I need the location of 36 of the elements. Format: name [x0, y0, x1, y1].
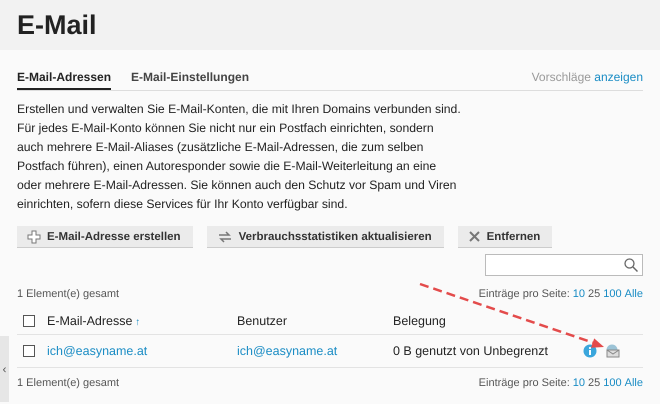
page-size-link[interactable]: 25	[588, 288, 600, 300]
address-link[interactable]: ich@easyname.at	[47, 344, 237, 358]
column-header[interactable]: Benutzer	[237, 314, 393, 328]
page-size-label: Einträge pro Seite:	[478, 377, 570, 389]
total-count: 1 Element(e) gesamt	[17, 288, 120, 300]
plus-icon	[27, 230, 41, 244]
close-icon	[468, 230, 481, 243]
tab[interactable]: E-Mail-Einstellungen	[131, 70, 250, 90]
mail-globe-icon[interactable]	[605, 344, 620, 358]
tab[interactable]: E-Mail-Adressen	[17, 70, 112, 90]
toolbar-button[interactable]: Entfernen	[458, 226, 552, 248]
total-count: 1 Element(e) gesamt	[17, 377, 120, 389]
page-size-link[interactable]: 10	[572, 288, 586, 300]
refresh-icon	[216, 230, 233, 244]
table-cell-text: 0 B genutzt von Unbegrenzt	[393, 344, 549, 358]
row-checkbox[interactable]	[23, 345, 35, 357]
page-size-link[interactable]: Alle	[624, 288, 643, 300]
search-field[interactable]	[485, 254, 643, 276]
user-link[interactable]: ich@easyname.at	[237, 344, 393, 358]
page-size-link[interactable]: Alle	[624, 377, 643, 389]
page-size-link[interactable]: 100	[603, 288, 622, 300]
page-size-link[interactable]: 10	[572, 377, 586, 389]
select-all-checkbox[interactable]	[23, 315, 35, 327]
description: Erstellen und verwalten Sie E-Mail-Konten, die mit Ihren Domains verbunden sind. Für jedes E-Mail-Konto können Sie nicht nur ein Postfach einrichten, sondern auch mehrere E-Mail-Aliases (zusätzliche E-Mail-Adressen, die zum selben Postfach führen), einen Autoresponder sowie die E-Mail-Weiterleitung an eine oder mehrere E-Mail-Adressen. Sie können auch den Schutz vor Spam und Viren einrichten, sofern diese Services für Ihr Konto verfügbar sind.	[17, 101, 462, 213]
sidebar-toggle[interactable]: ‹	[0, 336, 9, 402]
column-header[interactable]: Belegung	[393, 314, 583, 328]
suggestions-text: Vorschläge anzeigen	[532, 70, 643, 86]
page-size-link[interactable]: 25	[588, 377, 600, 389]
page-title: E-Mail	[17, 10, 97, 40]
column-header[interactable]: E-Mail-Adresse ↑	[47, 314, 237, 328]
show-link[interactable]: anzeigen	[594, 70, 643, 84]
page-size-link[interactable]: 100	[603, 377, 622, 389]
toolbar-button[interactable]: E-Mail-Adresse erstellen	[17, 226, 193, 248]
search-icon	[624, 258, 638, 272]
page-size-label: Einträge pro Seite:	[478, 288, 570, 300]
toolbar-button[interactable]: Verbrauchsstatistiken aktualisieren	[206, 226, 444, 248]
